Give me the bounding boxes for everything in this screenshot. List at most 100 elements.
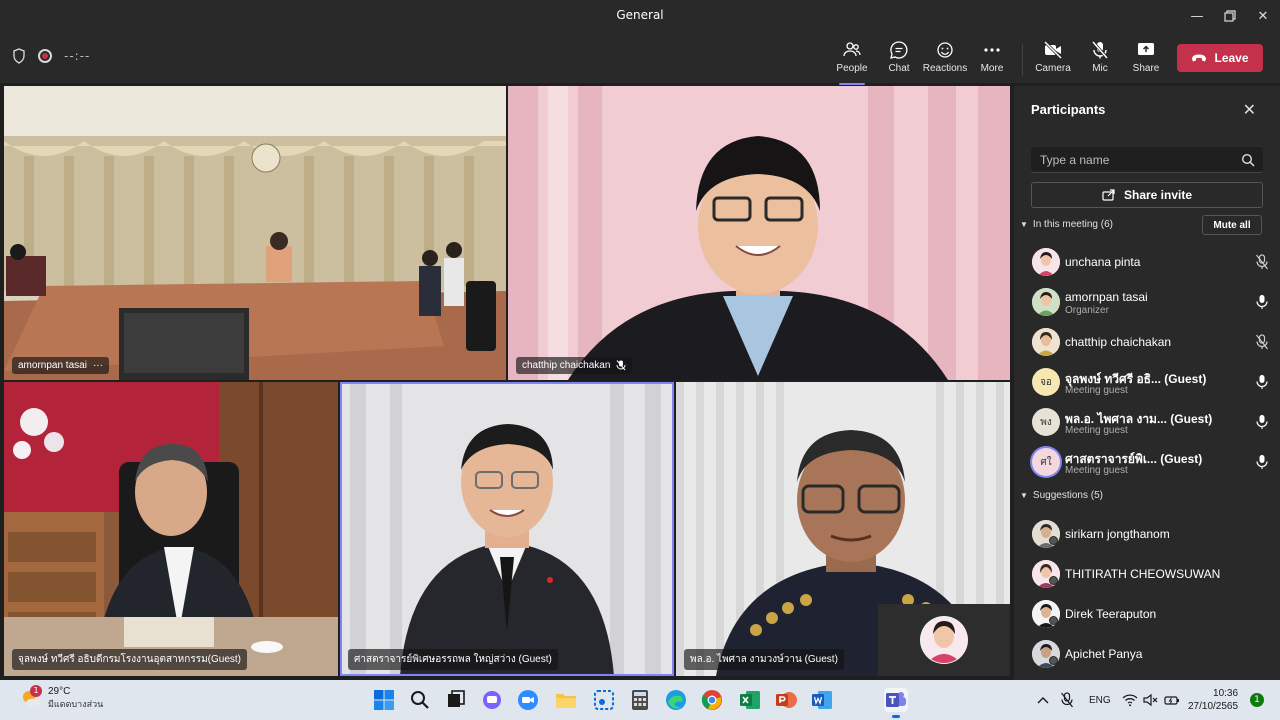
reactions-button[interactable]: Reactions bbox=[919, 40, 971, 80]
search-icon bbox=[411, 691, 429, 709]
weather-widget[interactable]: 1 29°C มีแดดบางส่วน bbox=[20, 684, 103, 711]
video-tile-paisal[interactable]: พล.อ. ไพศาล งามวงษ์วาน (Guest) bbox=[676, 382, 1010, 676]
participant-search bbox=[1031, 147, 1263, 173]
video-name-label: จุลพงษ์ ทวีศรี อธิบดีกรมโรงงานอุตสาหกรรม… bbox=[12, 649, 248, 670]
share-button[interactable]: Share bbox=[1120, 40, 1172, 80]
battery-charging-icon bbox=[1164, 696, 1179, 705]
avatar-photo bbox=[1032, 288, 1060, 316]
minimize-button[interactable]: — bbox=[1180, 0, 1214, 32]
video-name-label: amornpan tasai ··· bbox=[12, 357, 109, 374]
reactions-icon bbox=[937, 42, 953, 58]
suggestion-row[interactable]: THITIRATH CHEOWSUWAN bbox=[1031, 556, 1271, 592]
participant-row[interactable]: amornpan tasai Organizer bbox=[1031, 284, 1271, 320]
suggestion-name: THITIRATH CHEOWSUWAN bbox=[1065, 567, 1221, 581]
mic-button[interactable]: Mic bbox=[1074, 40, 1126, 80]
participant-name: chatthip chaichakan bbox=[1065, 335, 1172, 349]
video-name-label: ศาสตราจารย์พิเศษอรรถพล ใหญ่สว่าง (Guest) bbox=[348, 649, 558, 670]
more-options-icon[interactable]: ··· bbox=[93, 360, 103, 371]
toolbar-divider bbox=[1022, 44, 1023, 76]
teams-taskbar-button[interactable] bbox=[884, 688, 908, 718]
camera-button[interactable]: Camera bbox=[1027, 40, 1079, 80]
chat-button[interactable]: Chat bbox=[873, 40, 925, 80]
chat-icon bbox=[890, 41, 908, 59]
mic-icon[interactable] bbox=[1255, 414, 1269, 430]
participant-row[interactable]: ศใ ศาสตราจารย์พิเ... (Guest) Meeting gue… bbox=[1031, 444, 1271, 480]
panel-title: Participants bbox=[1031, 102, 1106, 117]
word-button[interactable] bbox=[810, 688, 834, 712]
participant-name: amornpan tasai bbox=[1065, 290, 1148, 304]
presence-badge bbox=[1049, 616, 1058, 625]
share-screen-icon bbox=[1138, 43, 1154, 55]
more-button[interactable]: More bbox=[966, 40, 1018, 80]
search-taskbar-button[interactable] bbox=[408, 688, 432, 712]
video-feed-attapol bbox=[340, 382, 674, 676]
video-name-text: chatthip chaichakan bbox=[522, 360, 611, 371]
suggestion-row[interactable]: Direk Teeraputon bbox=[1031, 596, 1271, 632]
weather-badge: 1 bbox=[30, 684, 42, 697]
mic-label: Mic bbox=[1092, 63, 1108, 74]
share-icon bbox=[1102, 189, 1115, 201]
excel-button[interactable] bbox=[738, 688, 762, 712]
folder-icon bbox=[556, 694, 576, 708]
hang-up-icon bbox=[1192, 54, 1207, 62]
mic-muted-icon[interactable] bbox=[1255, 254, 1269, 270]
window-title: General bbox=[616, 8, 664, 22]
participant-row[interactable]: พง พล.อ. ไพศาล งาม... (Guest) Meeting gu… bbox=[1031, 404, 1271, 440]
participant-role: Organizer bbox=[1065, 305, 1109, 316]
edge-button[interactable] bbox=[664, 688, 688, 712]
participant-row[interactable]: unchana pinta bbox=[1031, 244, 1271, 280]
close-window-button[interactable]: ✕ bbox=[1246, 0, 1280, 32]
chevron-down-icon: ▼ bbox=[1020, 220, 1028, 229]
snipping-tool-button[interactable] bbox=[592, 688, 616, 712]
mic-icon[interactable] bbox=[1255, 454, 1269, 470]
video-tile-attapol[interactable]: ศาสตราจารย์พิเศษอรรถพล ใหญ่สว่าง (Guest) bbox=[340, 382, 674, 676]
file-explorer-button[interactable] bbox=[554, 688, 578, 712]
share-invite-button[interactable]: Share invite bbox=[1031, 182, 1263, 208]
system-clock[interactable]: 10:36 27/10/2565 bbox=[1188, 687, 1238, 713]
video-tile-julapong[interactable]: จุลพงษ์ ทวีศรี อธิบดีกรมโรงงานอุตสาหกรรม… bbox=[4, 382, 338, 676]
mic-icon[interactable] bbox=[1255, 294, 1269, 310]
video-tile-chatthip[interactable]: chatthip chaichakan bbox=[508, 86, 1010, 380]
teams-chat-taskbar-button[interactable] bbox=[480, 688, 504, 712]
leave-button[interactable]: Leave bbox=[1177, 44, 1263, 72]
people-button[interactable]: People bbox=[826, 40, 878, 85]
notification-badge[interactable]: 1 bbox=[1250, 693, 1264, 707]
task-view-button[interactable] bbox=[444, 688, 468, 712]
start-button[interactable] bbox=[372, 688, 396, 712]
avatar-initials: พง bbox=[1040, 416, 1052, 428]
in-meeting-section-header[interactable]: ▼ In this meeting (6) bbox=[1020, 219, 1113, 230]
restore-button[interactable] bbox=[1213, 0, 1247, 32]
video-name-label: พล.อ. ไพศาล งามวงษ์วาน (Guest) bbox=[684, 649, 844, 670]
show-hidden-icons[interactable] bbox=[1036, 680, 1050, 720]
suggestions-section-header[interactable]: ▼ Suggestions (5) bbox=[1020, 490, 1103, 501]
suggestion-row[interactable]: sirikarn jongthanom bbox=[1031, 516, 1271, 552]
chrome-button[interactable] bbox=[700, 688, 724, 712]
mic-muted-icon[interactable] bbox=[1255, 334, 1269, 350]
clock-time: 10:36 bbox=[1213, 688, 1239, 699]
self-view[interactable] bbox=[878, 604, 1010, 676]
chrome-icon bbox=[701, 690, 722, 710]
zoom-taskbar-button[interactable] bbox=[516, 688, 540, 712]
calculator-button[interactable] bbox=[628, 688, 652, 712]
battery-icon[interactable] bbox=[1164, 680, 1180, 720]
video-name-label: chatthip chaichakan bbox=[516, 357, 633, 374]
powerpoint-button[interactable] bbox=[774, 688, 798, 712]
participant-role: Meeting guest bbox=[1065, 425, 1128, 436]
participants-panel: Participants ✕ Share invite ▼ In this me… bbox=[1014, 86, 1280, 680]
participant-row[interactable]: จอ จุลพงษ์ ทวีศรี อธิ... (Guest) Meeting… bbox=[1031, 364, 1271, 400]
avatar-photo bbox=[1032, 328, 1060, 356]
more-icon bbox=[984, 48, 1000, 52]
volume-icon[interactable] bbox=[1143, 680, 1159, 720]
network-icon[interactable] bbox=[1122, 680, 1138, 720]
language-indicator[interactable]: ENG bbox=[1089, 680, 1111, 720]
close-panel-button[interactable]: ✕ bbox=[1243, 100, 1256, 119]
video-tile-amornpan[interactable]: amornpan tasai ··· bbox=[4, 86, 506, 380]
reactions-label: Reactions bbox=[922, 63, 968, 74]
suggestion-row[interactable]: Apichet Panya bbox=[1031, 636, 1271, 672]
mute-all-button[interactable]: Mute all bbox=[1202, 215, 1262, 235]
mic-tray-icon[interactable] bbox=[1060, 680, 1074, 720]
mic-icon[interactable] bbox=[1255, 374, 1269, 390]
participant-row[interactable]: chatthip chaichakan bbox=[1031, 324, 1271, 360]
title-bar: General — ✕ bbox=[0, 0, 1280, 32]
search-input[interactable] bbox=[1031, 147, 1231, 173]
